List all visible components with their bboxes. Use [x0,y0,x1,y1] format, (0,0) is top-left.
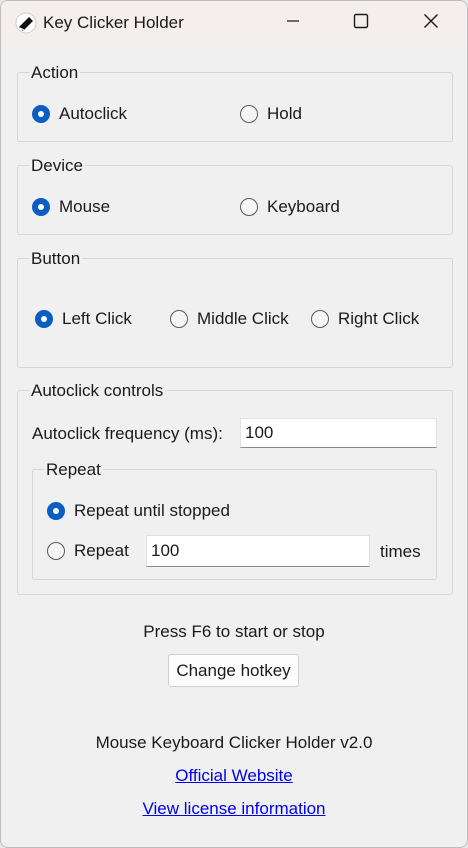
license-info-link[interactable]: View license information [143,799,326,818]
change-hotkey-button[interactable]: Change hotkey [168,654,299,687]
radio-mouse-indicator [32,198,50,216]
close-icon [423,13,439,34]
app-icon [15,12,37,34]
radio-right-click[interactable]: Right Click [311,309,419,329]
radio-right-click-label: Right Click [338,309,420,328]
radio-keyboard-indicator [240,198,258,216]
radio-right-click-indicator [311,310,329,328]
title-bar[interactable]: Key Clicker Holder [1,1,467,45]
radio-autoclick[interactable]: Autoclick [32,104,127,124]
repeat-legend: Repeat [44,460,103,480]
radio-hold-indicator [240,105,258,123]
radio-repeat-count[interactable]: Repeat [47,541,129,561]
maximize-icon [353,13,369,34]
radio-middle-click-indicator [170,310,188,328]
radio-repeat-count-label: Repeat [74,541,129,560]
radio-mouse-label: Mouse [59,197,111,216]
minimize-button[interactable] [263,1,323,45]
radio-repeat-until-stopped-indicator [47,502,65,520]
repeat-count-input[interactable] [146,535,370,567]
radio-middle-click[interactable]: Middle Click [170,309,289,329]
link-row-license: View license information [1,799,467,819]
radio-middle-click-label: Middle Click [197,309,289,328]
radio-keyboard-label: Keyboard [267,197,340,216]
radio-left-click[interactable]: Left Click [35,309,132,329]
app-window: Key Clicker Holder Action Autoclick Hold… [0,0,468,848]
button-legend: Button [29,249,83,269]
frequency-input[interactable] [240,418,437,448]
radio-autoclick-label: Autoclick [59,104,128,123]
device-legend: Device [29,156,85,176]
minimize-icon [286,14,300,33]
radio-autoclick-indicator [32,105,50,123]
radio-hold-label: Hold [267,104,302,123]
version-text: Mouse Keyboard Clicker Holder v2.0 [95,733,373,752]
official-website-link[interactable]: Official Website [175,766,292,785]
radio-repeat-until-stopped-label: Repeat until stopped [74,501,230,520]
radio-repeat-count-indicator [47,542,65,560]
radio-repeat-until-stopped[interactable]: Repeat until stopped [47,501,230,521]
close-button[interactable] [401,1,461,45]
window-title: Key Clicker Holder [43,13,184,32]
action-legend: Action [29,63,81,83]
radio-left-click-label: Left Click [62,309,132,328]
radio-keyboard[interactable]: Keyboard [240,197,340,217]
repeat-times-label: times [380,542,421,561]
autoclick-controls-legend: Autoclick controls [29,381,166,401]
hotkey-hint: Press F6 to start or stop [143,622,325,641]
frequency-label: Autoclick frequency (ms): [32,424,223,443]
radio-mouse[interactable]: Mouse [32,197,110,217]
radio-left-click-indicator [35,310,53,328]
link-row-website: Official Website [1,766,467,786]
radio-hold[interactable]: Hold [240,104,302,124]
maximize-button[interactable] [331,1,391,45]
